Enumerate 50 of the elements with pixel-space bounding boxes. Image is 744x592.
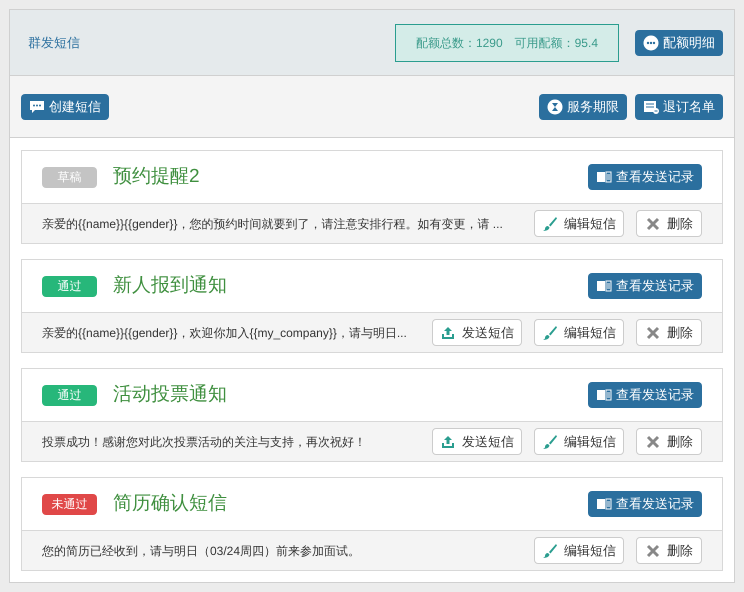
upload-tray-icon [440, 324, 456, 340]
edit-button[interactable]: 编辑短信 [534, 537, 624, 564]
records-button[interactable]: 查看发送记录 [588, 491, 702, 517]
close-icon [645, 324, 661, 340]
message-title: 简历确认短信 [113, 492, 227, 516]
page-title: 群发短信 [28, 34, 80, 52]
records-button[interactable]: 查看发送记录 [588, 164, 702, 190]
hourglass-icon [547, 98, 563, 114]
brush-icon [542, 216, 558, 232]
chat-icon [29, 98, 45, 114]
panel-icon [596, 169, 612, 185]
delete-button[interactable]: 删除 [636, 210, 702, 237]
send-button[interactable]: 发送短信 [432, 319, 522, 346]
edit-button[interactable]: 编辑短信 [534, 210, 624, 237]
delete-button[interactable]: 删除 [636, 537, 702, 564]
status-badge: 通过 [42, 276, 97, 296]
records-button[interactable]: 查看发送记录 [588, 382, 702, 408]
more-icon [643, 34, 659, 50]
message-text: 投票成功！感谢您对此次投票活动的关注与支持，再次祝好！ [42, 434, 366, 450]
message-title: 新人报到通知 [113, 274, 227, 298]
delete-button[interactable]: 删除 [636, 319, 702, 346]
status-badge: 通过 [42, 384, 97, 406]
close-icon [645, 542, 661, 558]
quota-summary: 配额总数：1290 可用配额：95.4 [394, 24, 619, 62]
list-icon [643, 98, 659, 114]
unsubscribe-list-button[interactable]: 退订名单 [635, 94, 723, 120]
upload-tray-icon [440, 434, 456, 450]
edit-button[interactable]: 编辑短信 [534, 428, 624, 455]
service-period-button[interactable]: 服务期限 [539, 94, 627, 120]
brush-icon [542, 434, 558, 450]
status-badge: 草稿 [42, 166, 97, 188]
brush-icon [542, 324, 558, 340]
send-button[interactable]: 发送短信 [432, 428, 522, 455]
panel-icon [596, 387, 612, 403]
delete-button[interactable]: 删除 [636, 428, 702, 455]
create-button[interactable]: 创建短信 [21, 94, 109, 120]
close-icon [645, 216, 661, 232]
status-badge: 未通过 [42, 494, 97, 514]
panel-icon [596, 278, 612, 294]
panel-icon [596, 496, 612, 512]
brush-icon [542, 542, 558, 558]
close-icon [645, 434, 661, 450]
message-text: 您的简历已经收到，请与明日（03/24周四）前来参加面试。 [42, 542, 360, 560]
edit-button[interactable]: 编辑短信 [534, 319, 624, 346]
quota-details-button[interactable]: 配额明细 [635, 30, 723, 56]
message-title: 活动投票通知 [113, 382, 227, 407]
records-button[interactable]: 查看发送记录 [588, 273, 702, 299]
message-title: 预约提醒2 [113, 164, 200, 189]
message-text: 亲爱的{{name}}{{gender}}，欢迎你加入{{my_company}}，请与明日... [42, 324, 407, 342]
message-text: 亲爱的{{name}}{{gender}}，您的预约时间就要到了，请注意安排行程。如有变更，请 ... [42, 216, 503, 232]
